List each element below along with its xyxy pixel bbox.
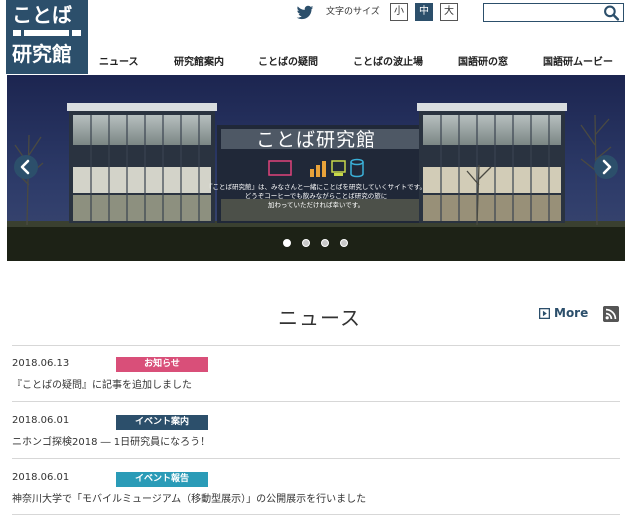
news-divider xyxy=(12,345,620,346)
nav-questions[interactable]: ことばの疑問 xyxy=(258,53,318,68)
news-date: 2018.06.13 xyxy=(12,358,70,369)
hero-description-line3: 加わっていただければ幸いです。 xyxy=(267,201,365,209)
news-item-link[interactable]: 『ことばの疑問』に記事を追加しました xyxy=(12,376,192,391)
hero-carousel[interactable]: ことば研究館 『ことば研究館』は、みなさんと一緒にことばを研究していくサイトです… xyxy=(7,75,625,261)
carousel-dot-1[interactable] xyxy=(283,239,291,247)
search-input[interactable] xyxy=(486,5,596,20)
hero-description-line2: どうぞコーヒーでも飲みながらことば研究の旅に xyxy=(244,192,388,200)
search-icon[interactable] xyxy=(603,5,620,21)
chevron-right-icon xyxy=(602,159,612,175)
news-divider xyxy=(12,458,620,459)
logo-bar xyxy=(13,30,81,36)
carousel-dot-2[interactable] xyxy=(302,239,310,247)
site-logo[interactable]: ことば 研究館 xyxy=(6,0,88,74)
news-divider xyxy=(12,514,620,515)
news-category-badge: お知らせ xyxy=(116,357,208,372)
font-size-label: 文字のサイズ xyxy=(326,7,380,17)
news-category-badge: イベント報告 xyxy=(116,472,208,487)
font-size-small-button[interactable]: 小 xyxy=(390,3,408,21)
logo-text-bottom: 研究館 xyxy=(12,42,72,66)
carousel-dot-4[interactable] xyxy=(340,239,348,247)
carousel-next-button[interactable] xyxy=(594,155,618,179)
nav-wharf[interactable]: ことばの波止場 xyxy=(353,53,423,68)
hero-description-line1: 『ことば研究館』は、みなさんと一緒にことばを研究していくサイトです。 xyxy=(205,183,427,191)
hero-background-image xyxy=(7,75,625,261)
news-date: 2018.06.01 xyxy=(12,415,70,426)
carousel-dot-3[interactable] xyxy=(321,239,329,247)
rss-icon[interactable] xyxy=(603,306,619,322)
twitter-icon[interactable] xyxy=(296,5,314,21)
nav-window[interactable]: 国語研の窓 xyxy=(458,53,508,68)
more-link[interactable]: More xyxy=(554,306,588,320)
hero-title: ことば研究館 xyxy=(255,129,376,151)
font-size-medium-button[interactable]: 中 xyxy=(415,3,433,21)
nav-movie[interactable]: 国語研ムービー xyxy=(543,53,613,68)
news-date: 2018.06.01 xyxy=(12,472,70,483)
logo-text-top: ことば xyxy=(12,3,72,27)
news-section-title: ニュース xyxy=(278,306,361,330)
chevron-left-icon xyxy=(20,159,30,175)
news-item-link[interactable]: 神奈川大学で「モバイルミュージアム（移動型展示）」の公開展示を行いました xyxy=(12,490,366,505)
carousel-prev-button[interactable] xyxy=(14,155,38,179)
search-box xyxy=(483,3,624,22)
news-divider xyxy=(12,401,620,402)
play-icon[interactable] xyxy=(539,308,550,319)
font-size-large-button[interactable]: 大 xyxy=(440,3,458,21)
news-item-link[interactable]: ニホンゴ探検2018 ― 1日研究員になろう！ xyxy=(12,433,210,448)
nav-guide[interactable]: 研究館案内 xyxy=(174,53,224,68)
news-category-badge: イベント案内 xyxy=(116,415,208,430)
nav-news[interactable]: ニュース xyxy=(99,53,139,68)
